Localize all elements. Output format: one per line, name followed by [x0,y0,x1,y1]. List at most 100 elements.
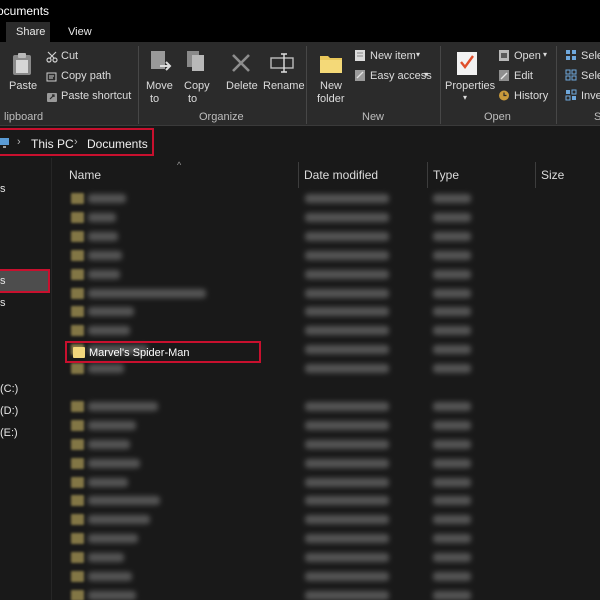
list-item[interactable] [53,322,600,340]
list-item[interactable] [53,530,600,548]
folder-icon [71,211,84,223]
column-header-type[interactable]: Type [433,168,459,182]
folder-icon [71,495,84,507]
paste-icon[interactable] [12,52,32,81]
move-to-button[interactable]: Move [146,80,173,92]
list-item[interactable] [53,587,600,600]
blurred-text [433,439,471,449]
column-divider[interactable] [427,162,428,188]
blurred-text [305,515,389,525]
list-item[interactable] [53,303,600,321]
select-none-button[interactable]: Sele [581,70,600,82]
blurred-text [305,288,389,298]
folder-icon [71,514,84,526]
blurred-text [88,496,160,506]
ribbon-divider [556,46,557,124]
ribbon: Paste Cut Copy path Paste shortcut lipbo… [0,42,600,126]
nav-item-drive-d[interactable]: (D:) [0,405,18,417]
column-divider[interactable] [535,162,536,188]
blurred-text [305,401,389,411]
column-header-date-modified[interactable]: Date modified [304,168,378,182]
blurred-text [88,553,124,563]
window-title: ocuments [0,4,50,18]
copy-to-label: to [188,93,198,105]
ribbon-divider [306,46,307,124]
delete-icon [230,52,252,79]
select-none-icon [565,69,577,87]
folder-icon [71,438,84,450]
blurred-text [88,212,116,222]
folder-icon [71,230,84,242]
delete-button[interactable]: Delete [226,80,258,92]
list-item-selected[interactable]: Marvel's Spider-Man [65,341,261,363]
blurred-text [433,477,471,487]
tab-share[interactable]: Share [6,22,50,42]
new-folder-button[interactable]: New [320,80,342,92]
column-header-name[interactable]: Name [69,168,101,182]
history-button[interactable]: History [514,90,548,102]
blurred-text [305,194,389,203]
blurred-text [305,269,389,279]
blurred-text [305,250,389,260]
folder-icon [71,533,84,545]
list-item[interactable] [53,398,600,416]
cut-button[interactable]: Cut [61,50,78,62]
tab-view[interactable]: View [60,22,100,42]
nav-item-drive-e[interactable]: (E:) [0,427,18,439]
blurred-text [433,288,471,298]
folder-icon [71,249,84,261]
folder-icon [71,552,84,564]
invert-selection-button[interactable]: Inve [581,90,600,102]
blurred-text [305,572,389,581]
list-item[interactable] [53,436,600,454]
list-item[interactable] [53,549,600,567]
list-item[interactable] [53,209,600,227]
ribbon-divider [138,46,139,124]
list-item[interactable] [53,474,600,492]
list-item[interactable] [53,247,600,265]
properties-icon [456,50,478,81]
folder-icon [71,571,84,582]
blurred-text [88,288,206,298]
list-item[interactable] [53,228,600,246]
nav-item-drive-c[interactable]: (C:) [0,383,18,395]
open-button[interactable]: Open [514,50,541,62]
list-item[interactable] [53,285,600,303]
column-divider[interactable] [298,162,299,188]
blurred-text [88,439,130,449]
select-all-button[interactable]: Sele [581,50,600,62]
list-item[interactable] [53,266,600,284]
paste-button[interactable]: Paste [9,80,37,92]
open-group-label: Open [484,111,511,123]
list-item[interactable] [53,511,600,529]
list-item[interactable] [53,417,600,435]
list-item[interactable] [53,492,600,510]
blurred-text [88,420,136,430]
folder-icon [71,589,84,600]
new-item-button[interactable]: New item [370,50,416,62]
select-all-icon [565,49,577,67]
blurred-text [88,364,124,374]
column-header-size[interactable]: Size [541,168,564,182]
nav-item-desktop[interactable]: s [0,297,6,309]
easy-access-button[interactable]: Easy access [370,70,432,82]
blurred-text [433,515,471,525]
nav-item-quick-access[interactable]: s [0,183,6,195]
list-item[interactable] [53,190,600,208]
list-item[interactable] [53,455,600,473]
folder-icon [71,193,84,204]
blurred-text [433,231,471,241]
blurred-text [305,458,389,468]
copy-to-button[interactable]: Copy [184,80,210,92]
blurred-text [305,439,389,449]
rename-button[interactable]: Rename [263,80,305,92]
ribbon-tabs: Share View [0,22,600,42]
edit-button[interactable]: Edit [514,70,533,82]
properties-button[interactable]: Properties [445,80,495,92]
blurred-text [88,515,150,525]
address-bar[interactable]: › This PC › Documents [0,126,600,158]
folder-icon [71,400,84,412]
paste-shortcut-button[interactable]: Paste shortcut [61,90,131,102]
copy-path-button[interactable]: Copy path [61,70,111,82]
list-item[interactable] [53,568,600,586]
